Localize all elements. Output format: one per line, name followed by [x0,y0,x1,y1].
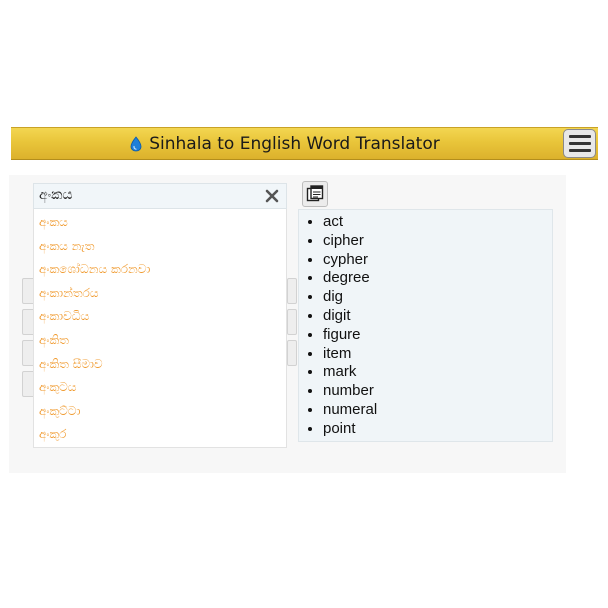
suggestion-item[interactable]: අංකාන්තරය [34,282,286,306]
result-item: item [323,345,552,364]
app-header: Sinhala to English Word Translator [11,127,598,160]
result-item: cypher [323,251,552,270]
suggestion-item[interactable]: අංකුට්ටා [34,400,286,424]
water-drop-icon [129,135,143,152]
result-item: number [323,382,552,401]
hidden-key-button[interactable] [287,278,297,304]
suggestion-item[interactable]: අංකය නැත [34,235,286,259]
close-icon [265,189,279,203]
header-title-wrap: Sinhala to English Word Translator [11,128,558,159]
suggestion-item[interactable]: අංකාවධිය [34,305,286,329]
result-item: figure [323,326,552,345]
hidden-key-button[interactable] [287,340,297,366]
suggestion-list: අංකය අංකය නැත අංකශෝධනය කරනවා අංකාන්තරය අ… [33,209,287,448]
suggestion-item[interactable]: අංකය [34,211,286,235]
result-item: degree [323,269,552,288]
result-item: digit [323,307,552,326]
hamburger-menu-icon-line [568,142,591,145]
suggestion-item[interactable]: අංකිත [34,329,286,353]
search-field[interactable] [33,183,287,209]
result-item: numeral [323,401,552,420]
hamburger-menu-icon-line [568,149,591,152]
result-item: dig [323,288,552,307]
suggestion-item[interactable]: අංකුර [34,423,286,447]
suggestion-item[interactable]: අංකුටය [34,376,286,400]
page-title: Sinhala to English Word Translator [149,133,440,154]
result-item: point [323,420,552,439]
hamburger-menu-icon-line [568,135,591,138]
hamburger-menu-button[interactable] [563,129,596,158]
copy-button[interactable] [302,181,328,207]
search-input[interactable] [39,187,249,203]
result-item: mark [323,363,552,382]
hidden-key-button[interactable] [287,309,297,335]
suggestion-item[interactable]: අංකිත සීමාව [34,353,286,377]
translation-results: act cipher cypher degree dig digit figur… [298,209,553,442]
result-item: cipher [323,232,552,251]
result-item: act [323,213,552,232]
copy-clipboard-icon [306,185,324,202]
suggestion-item[interactable]: අංකශෝධනය කරනවා [34,258,286,282]
clear-search-button[interactable] [262,186,282,206]
